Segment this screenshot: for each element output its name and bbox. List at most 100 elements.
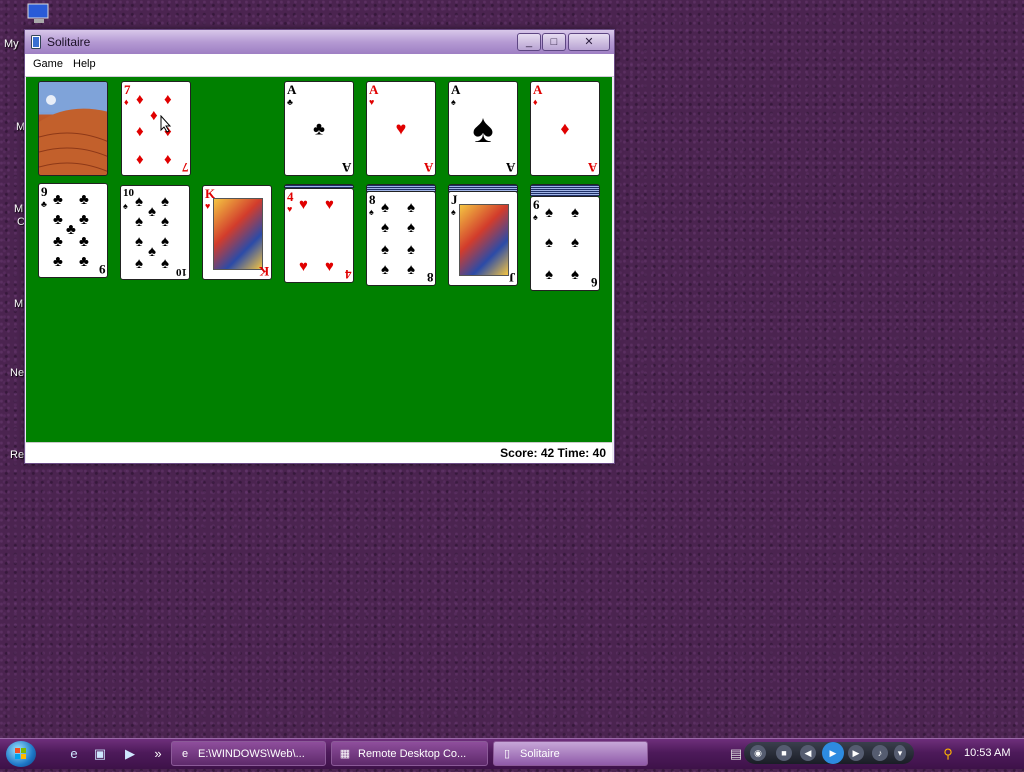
stock-pile[interactable] <box>38 81 108 176</box>
tableau-card[interactable]: 4 ♥ ♥ ♥ ♥ ♥ 4 <box>284 188 354 283</box>
score-time-status: Score: 42 Time: 40 <box>500 446 606 460</box>
spade-icon: ♠ <box>381 219 389 236</box>
foundation-spades[interactable]: A ♠ ♠ A <box>448 81 518 176</box>
spade-icon: ♠ <box>407 219 415 236</box>
tableau-card[interactable]: J ♠ J <box>448 191 518 286</box>
club-icon: ♣ <box>53 233 63 250</box>
club-icon: ♣ <box>79 253 89 270</box>
waste-card[interactable]: 7 ♦ ♦ ♦ ♦ ♦ ♦ ♦ ♦ 7 <box>121 81 191 176</box>
spade-icon: ♠ <box>407 261 415 278</box>
title-bar[interactable]: Solitaire _ □ ✕ <box>25 30 614 55</box>
taskbar-item-explorer[interactable]: e E:\WINDOWS\Web\... <box>171 741 326 766</box>
spade-icon: ♠ <box>451 97 456 107</box>
heart-icon: ♥ <box>287 204 293 214</box>
game-table: 7 ♦ ♦ ♦ ♦ ♦ ♦ ♦ ♦ 7 A ♣ ♣ A A ♥ ♥ A A ♠ … <box>26 77 612 442</box>
spade-icon: ♠ <box>161 193 169 210</box>
spade-icon: ♠ <box>381 261 389 278</box>
desert-card-back-icon <box>39 82 107 175</box>
internet-explorer-icon: e <box>181 748 189 760</box>
king-portrait-icon <box>213 198 263 270</box>
card-rank: A <box>423 160 433 175</box>
heart-icon: ♥ <box>369 97 375 107</box>
internet-explorer-icon[interactable]: e <box>66 746 82 762</box>
start-button[interactable] <box>6 741 36 767</box>
mouse-cursor-icon <box>160 115 172 133</box>
play-icon[interactable]: ▶ <box>822 742 844 764</box>
quicklaunch-overflow[interactable]: » <box>150 746 166 762</box>
club-icon: ♣ <box>313 118 325 138</box>
close-button[interactable]: ✕ <box>568 33 610 51</box>
spade-icon: ♠ <box>533 212 538 222</box>
window-title: Solitaire <box>47 35 91 49</box>
diamond-icon: ♦ <box>150 107 158 124</box>
tableau-card[interactable]: K ♥ K <box>202 185 272 280</box>
taskbar-item-solitaire[interactable]: ▯ Solitaire <box>493 741 648 766</box>
desktop-label[interactable]: M <box>14 298 23 310</box>
club-icon: ♣ <box>53 211 63 228</box>
menu-game[interactable]: Game <box>33 58 63 70</box>
windows-explorer-icon[interactable]: ▣ <box>92 746 108 762</box>
card-rank: A <box>341 160 351 175</box>
spade-icon: ♠ <box>135 213 143 230</box>
foundation-hearts[interactable]: A ♥ ♥ A <box>366 81 436 176</box>
next-icon[interactable]: ▶ <box>848 745 864 761</box>
card-rank: A <box>505 160 515 175</box>
spade-icon: ♠ <box>381 241 389 258</box>
minimize-button[interactable]: _ <box>517 33 541 51</box>
diamond-icon: ♦ <box>560 118 570 138</box>
diamond-icon: ♦ <box>136 123 144 140</box>
spade-icon: ♠ <box>381 199 389 216</box>
club-icon: ♣ <box>53 253 63 270</box>
diamond-icon: ♦ <box>533 97 538 107</box>
search-icon[interactable]: ⚲ <box>940 746 956 762</box>
spade-icon: ♠ <box>451 207 456 217</box>
toolbar-icon[interactable]: ▤ <box>728 746 744 762</box>
spade-icon: ♠ <box>472 106 494 151</box>
foundation-clubs[interactable]: A ♣ ♣ A <box>284 81 354 176</box>
spade-icon: ♠ <box>135 233 143 250</box>
spade-icon: ♠ <box>571 266 579 283</box>
card-rank: 10 <box>176 266 187 278</box>
my-computer-desktop-icon[interactable] <box>26 3 52 25</box>
spade-icon: ♠ <box>407 199 415 216</box>
stop-icon[interactable]: ■ <box>776 745 792 761</box>
spade-icon: ♠ <box>369 207 374 217</box>
diamond-icon: ♦ <box>164 91 172 108</box>
spade-icon: ♠ <box>545 266 553 283</box>
desktop-label[interactable]: Ne <box>10 367 24 379</box>
card-rank: J <box>508 270 516 285</box>
spade-icon: ♠ <box>148 243 156 260</box>
clock[interactable]: 10:53 AM <box>964 747 1010 759</box>
heart-icon: ♥ <box>395 118 407 138</box>
spade-icon: ♠ <box>123 201 128 211</box>
solitaire-window: Solitaire _ □ ✕ Game Help 7 ♦ ♦ ♦ ♦ ♦ ♦ … <box>24 29 615 464</box>
desktop-label[interactable]: M <box>14 203 23 215</box>
menu-help[interactable]: Help <box>73 58 96 70</box>
club-icon: ♣ <box>53 191 63 208</box>
spade-icon: ♠ <box>571 204 579 221</box>
menu-dropdown-icon[interactable]: ▾ <box>894 745 906 761</box>
volume-icon[interactable]: ♪ <box>872 745 888 761</box>
tableau-card[interactable]: 8 ♠ ♠ ♠ ♠ ♠ ♠ ♠ ♠ ♠ 8 <box>366 191 436 286</box>
desktop-label[interactable]: My <box>4 38 19 50</box>
club-icon: ♣ <box>66 221 76 238</box>
foundation-diamonds[interactable]: A ♦ ♦ A <box>530 81 600 176</box>
task-label: Solitaire <box>520 748 560 760</box>
previous-icon[interactable]: ◀ <box>800 745 816 761</box>
tableau-card[interactable]: 10 ♠ ♠ ♠ ♠ ♠ ♠ ♠ ♠ ♠ ♠ ♠ 10 <box>120 185 190 280</box>
card-rank: 4 <box>344 267 352 282</box>
tableau-card[interactable]: 6 ♠ ♠ ♠ ♠ ♠ ♠ ♠ 6 <box>530 196 600 291</box>
spade-icon: ♠ <box>161 213 169 230</box>
taskbar-item-remote-desktop[interactable]: ▦ Remote Desktop Co... <box>331 741 488 766</box>
tableau-card[interactable]: 9 ♣ ♣ ♣ ♣ ♣ ♣ ♣ ♣ ♣ ♣ 9 <box>38 183 108 278</box>
heart-icon: ♥ <box>325 258 334 275</box>
heart-icon: ♥ <box>205 201 211 211</box>
media-player-icon[interactable]: ▶ <box>122 746 138 762</box>
desktop-label[interactable]: Re <box>10 449 24 461</box>
club-icon: ♣ <box>79 211 89 228</box>
media-library-icon[interactable]: ◉ <box>750 745 766 761</box>
remote-desktop-icon: ▦ <box>339 748 351 760</box>
maximize-button[interactable]: □ <box>542 33 566 51</box>
card-rank: 6 <box>590 275 598 290</box>
club-icon: ♣ <box>79 191 89 208</box>
